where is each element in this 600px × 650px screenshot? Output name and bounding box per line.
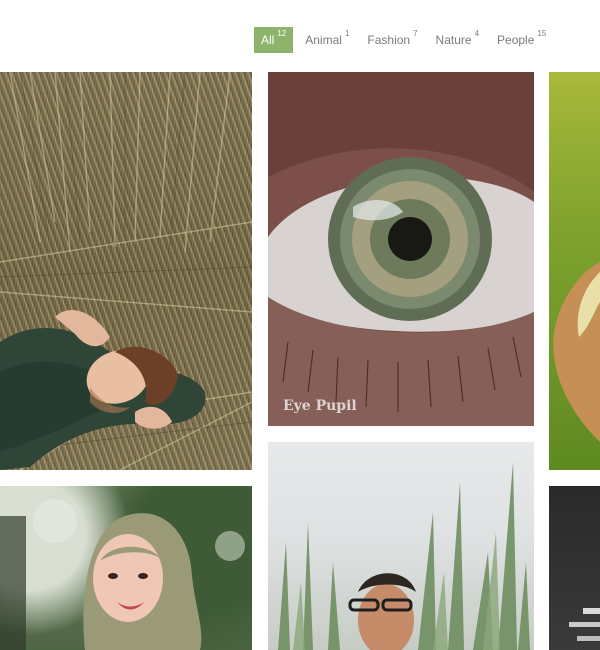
photo-gallery: Eye Pupil (0, 0, 600, 650)
woman-hijab-photo (0, 499, 245, 650)
gallery-item-man-in-grass[interactable] (0, 72, 252, 470)
gallery-item-man-glasses[interactable] (268, 442, 534, 650)
gallery-item-caption: Eye Pupil (283, 398, 357, 414)
green-portrait-photo (553, 262, 600, 442)
gallery-item-woman-hijab[interactable] (0, 486, 252, 650)
eye-photo (268, 72, 534, 426)
portfolio-page: All 12 Animal 1 Fashion 7 Nature 4 Peopl… (0, 0, 600, 650)
gallery-item-green-portrait[interactable] (549, 72, 600, 470)
man-in-grass-photo (0, 72, 252, 470)
gallery-item-eye-pupil[interactable]: Eye Pupil (268, 72, 534, 426)
man-glasses-photo (278, 462, 530, 650)
dark-interior-photo (569, 608, 600, 641)
gallery-item-dark-interior[interactable] (549, 486, 600, 650)
